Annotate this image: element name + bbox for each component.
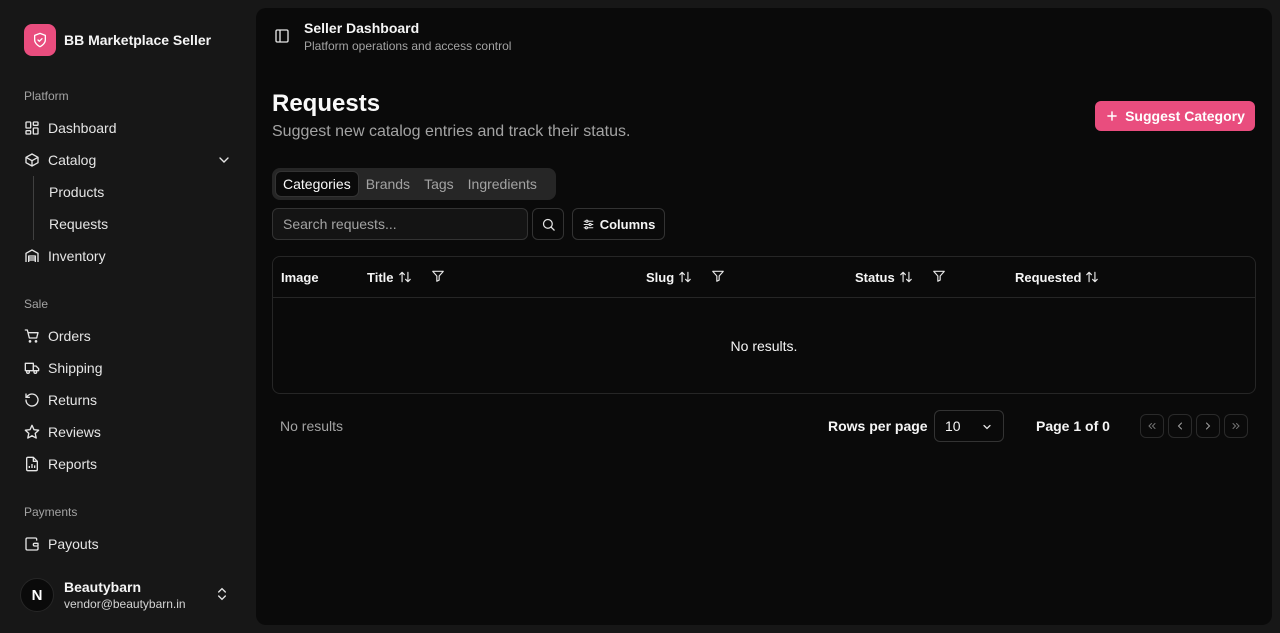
rows-per-page-value: 10 — [945, 418, 961, 434]
chevron-right-icon — [1206, 422, 1211, 430]
submenu-divider — [33, 176, 34, 240]
sidebar-item-label: Reports — [48, 456, 98, 472]
sliders-icon — [583, 219, 594, 229]
request-type-tabs: Categories Brands Tags Ingredients — [272, 168, 556, 200]
tab-brands[interactable]: Brands — [359, 171, 417, 197]
sidebar-item-label: Catalog — [48, 152, 97, 168]
section-label-sale: Sale — [24, 297, 49, 311]
sort-icon[interactable] — [398, 270, 412, 284]
plus-icon — [1107, 111, 1117, 121]
section-label-platform: Platform — [24, 89, 69, 103]
sidebar-item-reports[interactable]: Reports — [16, 448, 240, 480]
sidebar-item-catalog[interactable]: Catalog — [16, 144, 240, 176]
filter-icon[interactable] — [431, 269, 445, 283]
sidebar-item-products[interactable]: Products — [49, 176, 104, 208]
next-page-button[interactable] — [1196, 414, 1220, 438]
header-title: Seller Dashboard — [304, 20, 420, 36]
dashboard-icon — [25, 121, 39, 135]
header-subtitle: Platform operations and access control — [304, 39, 512, 53]
rows-per-page-label: Rows per page — [828, 418, 928, 434]
package-icon — [25, 153, 39, 167]
topbar: Seller Dashboard Platform operations and… — [274, 20, 511, 53]
sidebar-toggle-icon[interactable] — [274, 28, 290, 44]
sort-icon[interactable] — [1085, 270, 1099, 284]
suggest-category-label: Suggest Category — [1125, 108, 1245, 124]
column-header-requested[interactable]: Requested — [1015, 257, 1099, 297]
column-header-status[interactable]: Status — [855, 257, 913, 297]
last-page-button[interactable] — [1224, 414, 1248, 438]
column-header-image: Image — [281, 257, 319, 297]
section-label-payments: Payments — [24, 505, 78, 519]
requests-table: Image Title Slug Status Requested No res… — [272, 256, 1256, 394]
sidebar-item-orders[interactable]: Orders — [16, 320, 240, 352]
shield-check-icon — [24, 24, 56, 56]
wallet-icon — [25, 537, 39, 551]
column-header-slug[interactable]: Slug — [646, 257, 692, 297]
tab-categories[interactable]: Categories — [275, 171, 359, 197]
chevron-down-icon[interactable] — [216, 152, 232, 168]
sidebar-item-payouts[interactable]: Payouts — [16, 528, 240, 560]
chevron-left-icon — [1177, 422, 1182, 430]
tab-ingredients[interactable]: Ingredients — [461, 171, 544, 197]
sidebar-item-returns[interactable]: Returns — [16, 384, 240, 416]
brand-name: BB Marketplace Seller — [64, 32, 212, 48]
sort-icon[interactable] — [678, 270, 692, 284]
columns-label: Columns — [599, 216, 656, 232]
chevrons-up-down-icon[interactable] — [214, 586, 230, 602]
table-header: Image Title Slug Status Requested — [273, 257, 1255, 298]
empty-state: No results. — [730, 337, 798, 354]
rotate-ccw-icon — [25, 393, 39, 407]
results-count: No results — [280, 418, 344, 434]
page-subtitle: Suggest new catalog entries and track th… — [272, 123, 631, 140]
sidebar-item-label: Shipping — [48, 360, 103, 376]
sidebar-item-label: Inventory — [48, 248, 106, 264]
sidebar-item-label: Orders — [48, 328, 91, 344]
page-title: Requests — [272, 90, 381, 117]
filter-icon[interactable] — [932, 269, 946, 283]
chevron-down-icon — [983, 424, 991, 430]
page-info: Page 1 of 0 — [1036, 418, 1110, 434]
search-icon — [542, 218, 555, 231]
sidebar-item-inventory[interactable]: Inventory — [16, 240, 240, 272]
sidebar-item-label: Returns — [48, 392, 98, 408]
sidebar-item-shipping[interactable]: Shipping — [16, 352, 240, 384]
column-label: Image — [281, 269, 319, 285]
chevrons-left-icon — [1148, 423, 1156, 429]
rows-per-page-select[interactable]: 10 — [934, 410, 1004, 442]
column-label: Requested — [1015, 269, 1082, 285]
tab-tags[interactable]: Tags — [417, 171, 461, 197]
star-icon — [24, 424, 40, 439]
file-chart-icon — [26, 456, 38, 472]
search-button[interactable] — [532, 208, 564, 240]
sidebar-item-label: Dashboard — [48, 120, 117, 136]
column-header-title[interactable]: Title — [367, 257, 412, 297]
search-input[interactable] — [272, 208, 528, 240]
column-label: Title — [367, 269, 394, 285]
brand[interactable]: BB Marketplace Seller — [24, 24, 211, 56]
sort-icon[interactable] — [899, 270, 913, 284]
sidebar-item-dashboard[interactable]: Dashboard — [16, 112, 240, 144]
main-panel: Seller Dashboard Platform operations and… — [256, 8, 1272, 625]
user-name: Beautybarn — [64, 579, 142, 595]
columns-button[interactable]: Columns — [572, 208, 665, 240]
user-menu[interactable]: N Beautybarn vendor@beautybarn.in — [20, 577, 240, 613]
warehouse-icon — [25, 249, 39, 262]
column-label: Status — [855, 269, 895, 285]
column-label: Slug — [646, 269, 675, 285]
previous-page-button[interactable] — [1168, 414, 1192, 438]
first-page-button[interactable] — [1140, 414, 1164, 438]
filter-icon[interactable] — [711, 269, 725, 283]
sidebar-item-reviews[interactable]: Reviews — [16, 416, 240, 448]
sidebar-item-label: Payouts — [48, 536, 99, 552]
sidebar: BB Marketplace Seller Platform Dashboard… — [0, 0, 256, 633]
user-email: vendor@beautybarn.in — [64, 597, 186, 611]
sidebar-item-requests[interactable]: Requests — [49, 208, 108, 240]
suggest-category-button[interactable]: Suggest Category — [1095, 101, 1255, 131]
avatar: N — [20, 578, 54, 612]
chevrons-right-icon — [1232, 423, 1240, 429]
cart-icon — [24, 329, 39, 343]
sidebar-item-label: Reviews — [48, 424, 101, 440]
truck-icon — [24, 362, 40, 374]
